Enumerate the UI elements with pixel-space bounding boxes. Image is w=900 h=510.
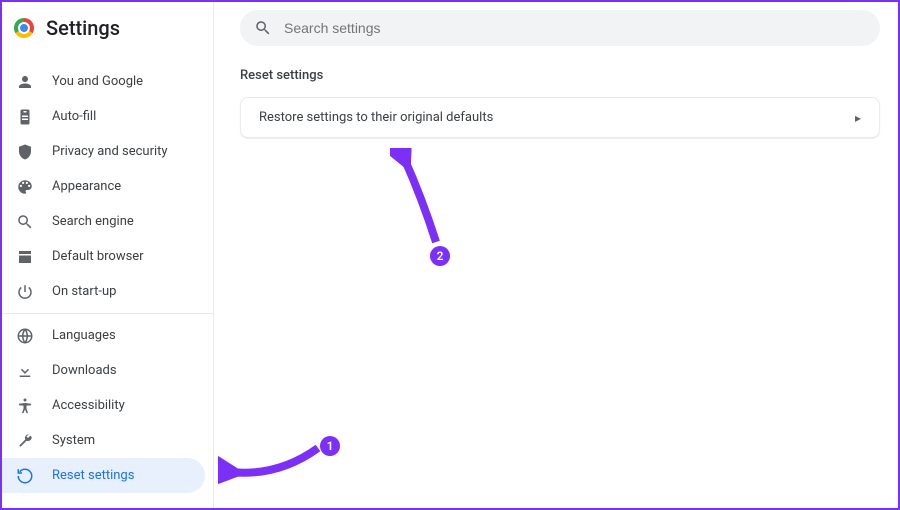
nav-label: On start-up [52,284,116,299]
sidebar-item-privacy[interactable]: Privacy and security [2,134,205,169]
card-label: Restore settings to their original defau… [259,110,493,125]
nav-label: Appearance [52,179,121,194]
page-title: Settings [46,16,120,40]
nav-label: Search engine [52,214,134,229]
sidebar: Settings You and Google Auto-fill Privac… [2,2,214,508]
sidebar-item-you-and-google[interactable]: You and Google [2,64,205,99]
nav-group-0: You and Google Auto-fill Privacy and sec… [2,60,213,313]
nav-label: Privacy and security [52,144,168,159]
nav-label: Languages [52,328,116,343]
sidebar-item-reset-settings[interactable]: Reset settings [2,458,205,493]
download-icon [16,362,34,380]
reset-icon [16,467,34,485]
palette-icon [16,178,34,196]
globe-icon [16,327,34,345]
nav: You and Google Auto-fill Privacy and sec… [2,52,213,497]
nav-label: Downloads [52,363,117,378]
window-icon [16,248,34,266]
sidebar-item-accessibility[interactable]: Accessibility [2,388,205,423]
sidebar-item-downloads[interactable]: Downloads [2,353,205,388]
search-input[interactable] [284,20,866,36]
sidebar-item-on-startup[interactable]: On start-up [2,274,205,309]
annotation-badge-2: 2 [430,246,450,266]
wrench-icon [16,432,34,450]
nav-label: Accessibility [52,398,125,413]
sidebar-item-default-browser[interactable]: Default browser [2,239,205,274]
restore-defaults-button[interactable]: Restore settings to their original defau… [240,97,880,138]
sidebar-item-autofill[interactable]: Auto-fill [2,99,205,134]
shield-icon [16,143,34,161]
nav-label: Auto-fill [52,109,96,124]
header: Settings [2,8,213,52]
person-icon [16,73,34,91]
section-title: Reset settings [240,68,880,83]
power-icon [16,283,34,301]
clipboard-icon [16,108,34,126]
accessibility-icon [16,397,34,415]
search-icon [16,213,34,231]
nav-group-1: Languages Downloads Accessibility System… [2,313,213,497]
nav-label: System [52,433,95,448]
sidebar-item-appearance[interactable]: Appearance [2,169,205,204]
search-bar[interactable] [240,10,880,46]
nav-label: Default browser [52,249,144,264]
sidebar-item-search-engine[interactable]: Search engine [2,204,205,239]
chevron-right-icon: ▸ [855,111,861,125]
annotation-badge-1: 1 [320,436,340,456]
nav-label: Reset settings [52,468,134,483]
nav-label: You and Google [52,74,143,89]
sidebar-item-languages[interactable]: Languages [2,318,205,353]
main-content: Reset settings Restore settings to their… [214,2,898,508]
sidebar-item-system[interactable]: System [2,423,205,458]
chrome-logo-icon [14,18,34,38]
search-icon [254,19,272,37]
